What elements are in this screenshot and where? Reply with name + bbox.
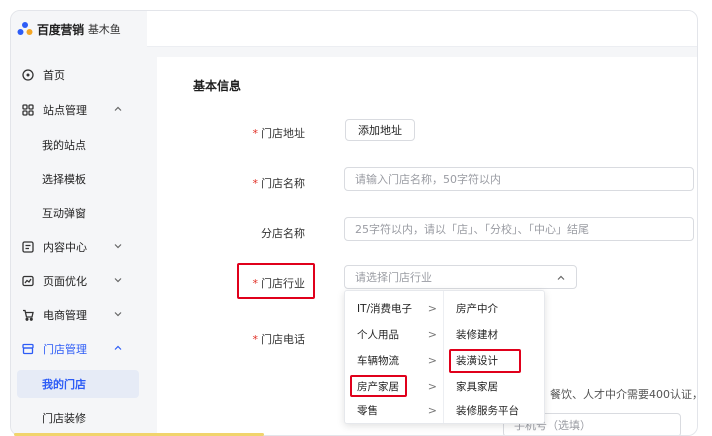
industry-cascader-dropdown: IT/消费电子 > 个人用品 > 车辆物流 > 房产家居 > 零售 > 房产中介…: [344, 290, 545, 424]
phone-hint-text: 餐饮、人才中介需要400认证，其他: [550, 388, 697, 401]
home-icon: [21, 68, 35, 82]
chevron-right-icon: >: [427, 301, 437, 315]
top-bar-area: [147, 11, 697, 47]
cascader-option[interactable]: 个人用品 >: [357, 323, 437, 345]
store-phone-label: * 门店电话: [205, 331, 306, 347]
sidebar-item-select-template[interactable]: 选择模板: [17, 165, 139, 193]
cart-icon: [21, 308, 35, 322]
app-window: 百度营销 基木鱼 首页 站点管理 我的站点 选择模板 互动弹窗 内容中心 页面优…: [10, 10, 698, 436]
store-industry-select[interactable]: 请选择门店行业: [344, 265, 577, 289]
option-label: 车辆物流: [357, 354, 399, 367]
label-text: 门店行业: [261, 277, 305, 290]
store-industry-label: * 门店行业: [205, 275, 306, 291]
sidebar: 首页 站点管理 我的站点 选择模板 互动弹窗 内容中心 页面优化 电商管理 门店…: [11, 47, 147, 435]
page-optimize-icon: [21, 274, 35, 288]
sidebar-item-page-optimize[interactable]: 页面优化: [17, 267, 139, 295]
cascader-option[interactable]: 车辆物流 >: [357, 349, 437, 371]
option-label: 个人用品: [357, 328, 399, 341]
cascader-option[interactable]: 装修建材: [456, 323, 540, 345]
sidebar-item-label: 我的门店: [42, 378, 86, 391]
sidebar-item-label: 内容中心: [43, 241, 87, 254]
chevron-right-icon: >: [427, 403, 437, 417]
chevron-up-icon: [114, 106, 122, 111]
chevron-right-icon: >: [427, 379, 437, 393]
chevron-right-icon: >: [427, 327, 437, 341]
brand[interactable]: 百度营销 基木鱼: [11, 11, 147, 47]
label-text: 分店名称: [261, 227, 305, 240]
chevron-down-icon: [114, 312, 122, 317]
cascader-level2: 房产中介 装修建材 装潢设计 家具家居 装修服务平台: [444, 291, 544, 423]
cascader-option-selected[interactable]: 房产家居 >: [357, 375, 437, 397]
top-bar: 百度营销 基木鱼: [11, 11, 697, 47]
sidebar-item-interactive-popup[interactable]: 互动弹窗: [17, 199, 139, 227]
required-mark: *: [252, 127, 259, 140]
option-label: 房产中介: [456, 302, 498, 315]
required-mark: *: [252, 277, 259, 290]
sidebar-item-site-management[interactable]: 站点管理: [17, 96, 139, 124]
sidebar-item-label: 电商管理: [43, 309, 87, 322]
sidebar-item-my-sites[interactable]: 我的站点: [17, 131, 139, 159]
option-label: 装修建材: [456, 328, 498, 341]
main-content: 基本信息 * 门店地址 添加地址 * 门店名称 请输入门店名称，50字符以内 分店名…: [157, 57, 697, 435]
chevron-up-icon: [114, 345, 122, 350]
cascader-option[interactable]: 零售 >: [357, 399, 437, 421]
chevron-down-icon: [114, 278, 122, 283]
cascader-option-target[interactable]: 装潢设计: [456, 349, 540, 371]
sidebar-item-store-decoration[interactable]: 门店装修: [17, 404, 139, 432]
cascader-option[interactable]: 装修服务平台: [456, 399, 540, 421]
option-label: 房产家居: [357, 380, 399, 393]
sidebar-item-ecommerce[interactable]: 电商管理: [17, 301, 139, 329]
content-icon: [21, 240, 35, 254]
sidebar-item-label: 首页: [43, 69, 65, 82]
chevron-up-icon: [557, 275, 565, 280]
sidebar-item-content-center[interactable]: 内容中心: [17, 233, 139, 261]
sidebar-item-label: 选择模板: [42, 173, 86, 186]
section-title: 基本信息: [193, 79, 242, 93]
cascader-option[interactable]: 房产中介: [456, 297, 540, 319]
sidebar-item-home[interactable]: 首页: [17, 61, 139, 89]
cascader-option[interactable]: IT/消费电子 >: [357, 297, 437, 319]
store-icon: [21, 342, 35, 356]
store-name-input[interactable]: 请输入门店名称，50字符以内: [344, 167, 694, 191]
option-label: 装潢设计: [456, 354, 498, 367]
brand-sub: 基木鱼: [87, 23, 121, 36]
branch-name-input[interactable]: 25字符以内，请以「店」、「分校」、「中心」结尾: [344, 217, 694, 241]
required-mark: *: [252, 333, 259, 346]
sidebar-item-store-management[interactable]: 门店管理: [17, 335, 139, 363]
grid-icon: [21, 103, 35, 117]
option-label: IT/消费电子: [357, 302, 413, 315]
sidebar-item-label: 我的站点: [42, 139, 86, 152]
add-address-button[interactable]: 添加地址: [345, 119, 415, 141]
sidebar-item-label: 门店管理: [43, 343, 87, 356]
sidebar-item-label: 门店装修: [42, 412, 86, 425]
cascader-option[interactable]: 家具家居: [456, 375, 540, 397]
option-label: 零售: [357, 404, 378, 417]
label-text: 门店地址: [261, 127, 305, 140]
cascader-level1: IT/消费电子 > 个人用品 > 车辆物流 > 房产家居 > 零售 >: [345, 291, 444, 423]
sidebar-item-label: 站点管理: [43, 104, 87, 117]
sidebar-item-label: 页面优化: [43, 275, 87, 288]
store-name-label: * 门店名称: [205, 175, 306, 191]
chevron-down-icon: [114, 244, 122, 249]
required-mark: *: [252, 177, 259, 190]
store-address-label: * 门店地址: [205, 125, 306, 141]
brand-name: 百度营销: [37, 22, 84, 37]
branch-name-label: 分店名称: [205, 225, 305, 241]
sidebar-item-label: 互动弹窗: [42, 207, 86, 220]
chevron-right-icon: >: [427, 353, 437, 367]
option-label: 家具家居: [456, 380, 498, 393]
label-text: 门店名称: [261, 177, 305, 190]
baidu-marketing-logo-icon: [17, 22, 33, 35]
label-text: 门店电话: [261, 333, 305, 346]
option-label: 装修服务平台: [456, 404, 519, 417]
sidebar-item-my-stores[interactable]: 我的门店: [17, 370, 139, 398]
select-placeholder: 请选择门店行业: [355, 271, 432, 284]
